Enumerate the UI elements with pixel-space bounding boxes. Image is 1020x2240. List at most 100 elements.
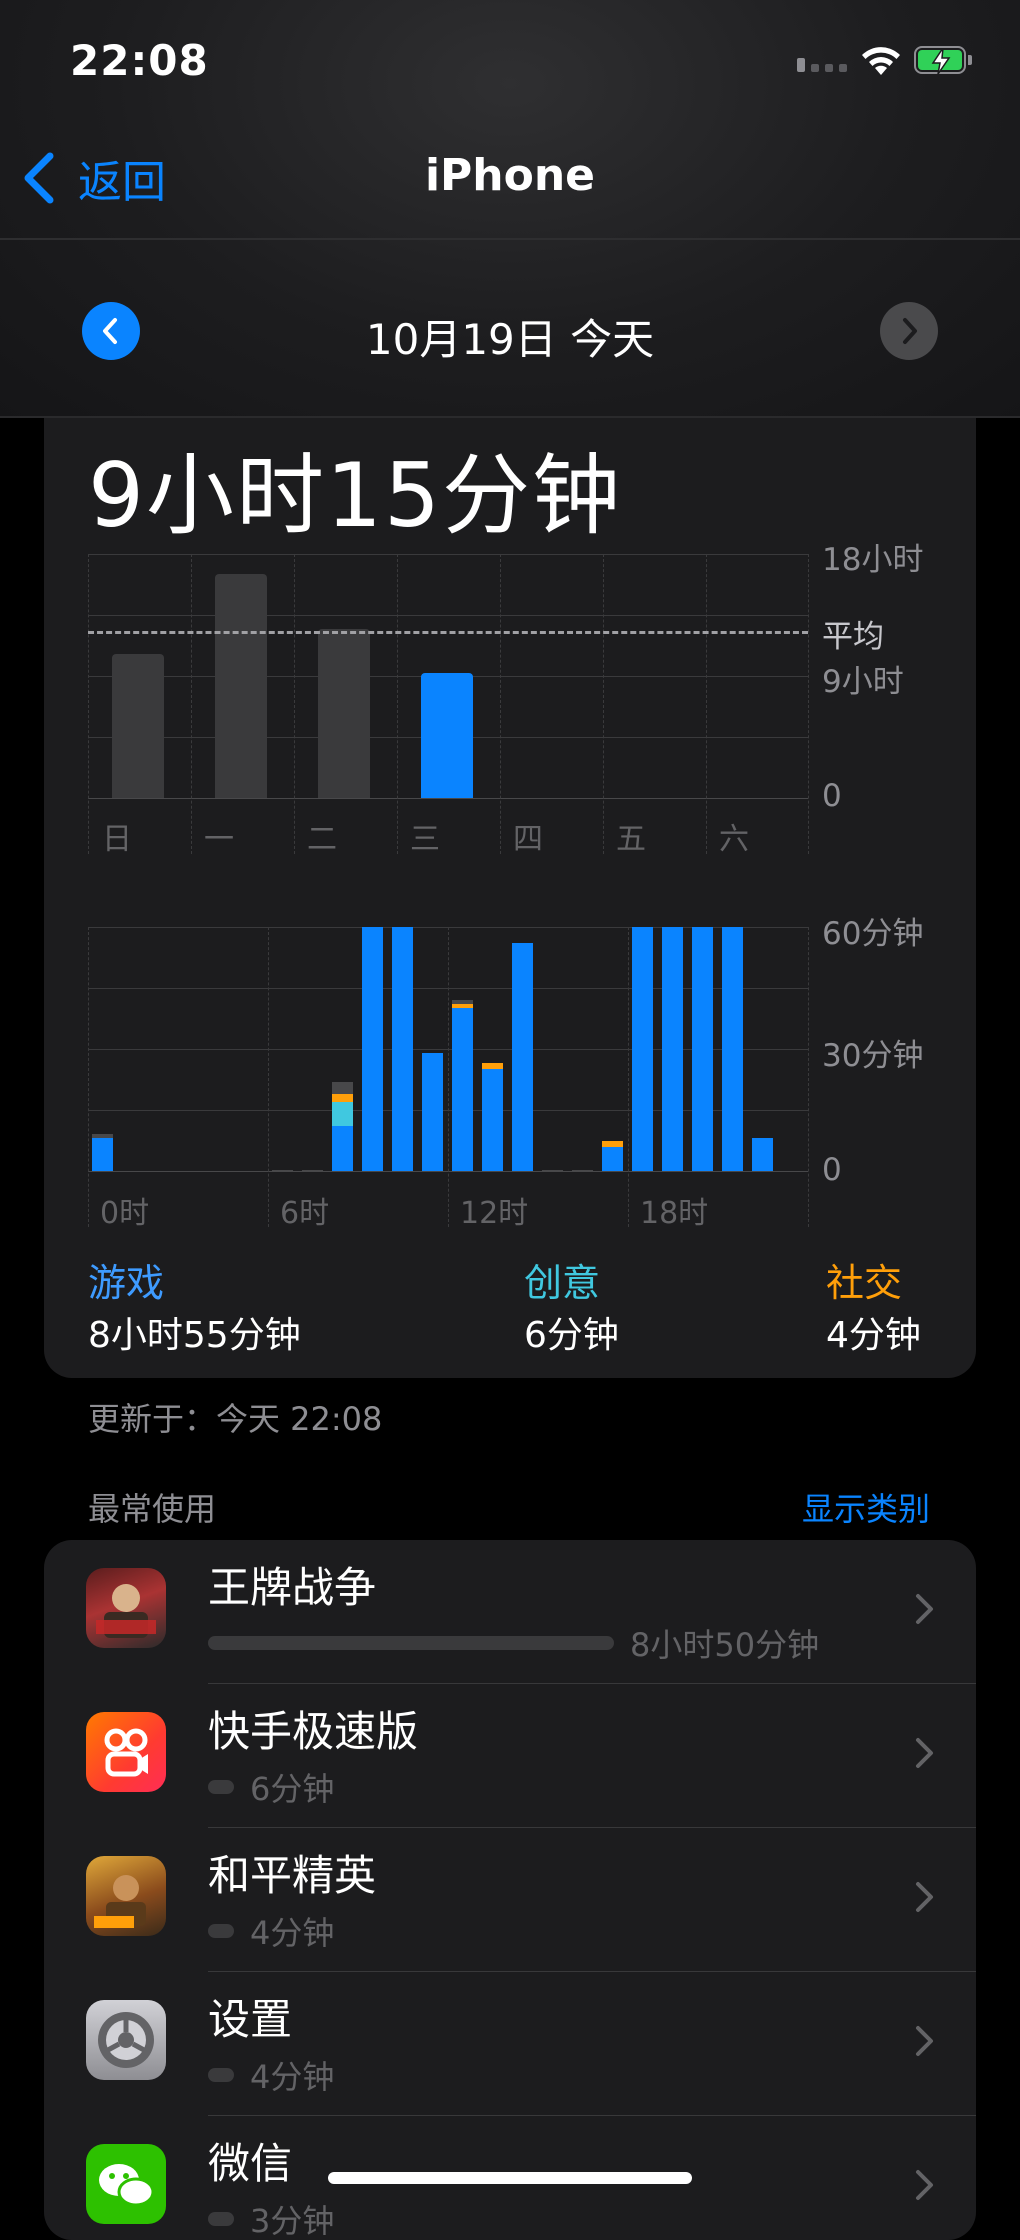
page-title: iPhone [424, 150, 596, 201]
grid-line [191, 554, 192, 854]
day-bar[interactable] [215, 574, 267, 798]
day-bar[interactable] [421, 672, 473, 798]
grid-line [88, 927, 89, 1227]
hour-bar-segment [392, 927, 413, 1171]
wangpai-zhanzheng-icon [86, 1568, 166, 1648]
y-tick-max: 60分钟 [822, 916, 924, 952]
category-creativity-value: 6分钟 [524, 1315, 619, 1356]
list-item[interactable]: 王牌战争 8小时50分钟 [44, 1540, 976, 1684]
show-categories-button[interactable]: 显示类别 [700, 1484, 930, 1530]
wifi-icon [862, 47, 900, 75]
grid-line [268, 927, 269, 1227]
hour-bar-segment [542, 1169, 563, 1171]
hour-bar-segment [662, 927, 683, 1171]
baseline [88, 798, 808, 799]
hour-bar-segment [332, 1126, 353, 1171]
day-label-mon: 一 [204, 822, 234, 857]
grid-line [397, 554, 398, 854]
app-name: 设置 [208, 1995, 293, 2044]
hour-bar-segment [362, 927, 383, 1171]
list-item[interactable]: 和平精英 4分钟 [44, 1828, 976, 1972]
app-name: 快手极速版 [208, 1707, 419, 1756]
list-item[interactable]: 快手极速版 6分钟 [44, 1684, 976, 1828]
hour-bar-segment [602, 1146, 623, 1171]
wechat-icon [86, 2144, 166, 2224]
kuaishou-icon [86, 1712, 166, 1792]
y-tick-zero: 0 [822, 1152, 842, 1188]
grid-line [603, 554, 604, 854]
day-label-thu: 四 [513, 822, 543, 857]
chevron-right-icon [916, 1882, 933, 1912]
grid-line [88, 554, 808, 555]
most-used-title: 最常使用 [88, 1490, 217, 1528]
y-tick-max: 18小时 [822, 542, 924, 578]
category-games-value: 8小时55分钟 [88, 1315, 301, 1356]
hour-bar-segment [512, 943, 533, 1171]
grid-line [88, 615, 808, 616]
cellular-signal-icon [797, 58, 847, 72]
settings-icon [86, 2000, 166, 2080]
hour-bar-segment [482, 1069, 503, 1171]
chevron-right-icon [916, 1594, 933, 1624]
hour-bar-segment [752, 1138, 773, 1171]
battery-icon [914, 46, 974, 76]
grid-line [500, 554, 501, 854]
day-label-sun: 日 [102, 822, 132, 857]
category-creativity-name: 创意 [524, 1261, 601, 1305]
grid-line [808, 927, 809, 1227]
hour-bar-segment [92, 1138, 113, 1171]
usage-bar [208, 1780, 234, 1794]
app-usage-time: 6分钟 [250, 1770, 335, 1808]
hour-bar-segment [452, 1004, 473, 1009]
app-usage-time: 4分钟 [250, 2058, 335, 2096]
day-label-sat: 六 [719, 822, 749, 857]
hour-bar-segment [602, 1140, 623, 1147]
heping-jingying-icon [86, 1856, 166, 1936]
average-label: 平均 [822, 619, 884, 656]
hour-bar-segment [722, 927, 743, 1171]
app-name: 和平精英 [208, 1851, 377, 1900]
hour-bar-segment [302, 1169, 323, 1171]
day-label-tue: 二 [307, 822, 337, 857]
hour-bar-segment [572, 1169, 593, 1171]
next-day-button[interactable] [880, 302, 938, 360]
date-label: 10月19日 今天 [365, 315, 655, 364]
app-usage-time: 3分钟 [250, 2202, 335, 2240]
hour-bar-segment [692, 927, 713, 1171]
chevron-right-icon [903, 318, 917, 344]
hour-label-18: 18时 [640, 1196, 709, 1231]
category-social-name: 社交 [826, 1261, 903, 1305]
hour-bar-segment [272, 1169, 293, 1171]
chevron-right-icon [916, 1738, 933, 1768]
usage-bar [208, 2068, 234, 2082]
most-used-list: 王牌战争 8小时50分钟 快手极速版 6分钟 和平精英 4分钟 设置 4分钟 微… [44, 1540, 976, 2240]
hour-bar-segment [332, 1093, 353, 1102]
day-bar[interactable] [112, 654, 164, 798]
hour-bar-segment [422, 1053, 443, 1171]
total-screen-time: 9小时15分钟 [88, 444, 622, 547]
hour-label-0: 0时 [100, 1196, 150, 1231]
updated-timestamp: 更新于：今天 22:08 [88, 1400, 383, 1438]
home-indicator[interactable] [328, 2172, 692, 2184]
hour-bar-segment [452, 1008, 473, 1171]
grid-line [628, 927, 629, 1227]
day-label-fri: 五 [616, 822, 646, 857]
chevron-right-icon [916, 2026, 933, 2056]
usage-bar [208, 1924, 234, 1938]
hour-label-6: 6时 [280, 1196, 330, 1231]
app-name: 王牌战争 [208, 1563, 377, 1612]
hour-bar-segment [482, 1063, 503, 1070]
hour-bar-segment [332, 1081, 353, 1094]
list-item[interactable]: 设置 4分钟 [44, 1972, 976, 2116]
hour-bar-segment [332, 1101, 353, 1127]
app-usage-time: 4分钟 [250, 1914, 335, 1952]
grid-line [448, 927, 449, 1227]
category-social-value: 4分钟 [826, 1315, 921, 1356]
hour-bar-segment [92, 1134, 113, 1139]
category-games-name: 游戏 [88, 1261, 165, 1305]
day-bar[interactable] [318, 628, 370, 798]
y-tick-mid: 9小时 [822, 664, 904, 700]
average-line [88, 631, 808, 635]
usage-bar [208, 2212, 234, 2226]
grid-line [706, 554, 707, 854]
